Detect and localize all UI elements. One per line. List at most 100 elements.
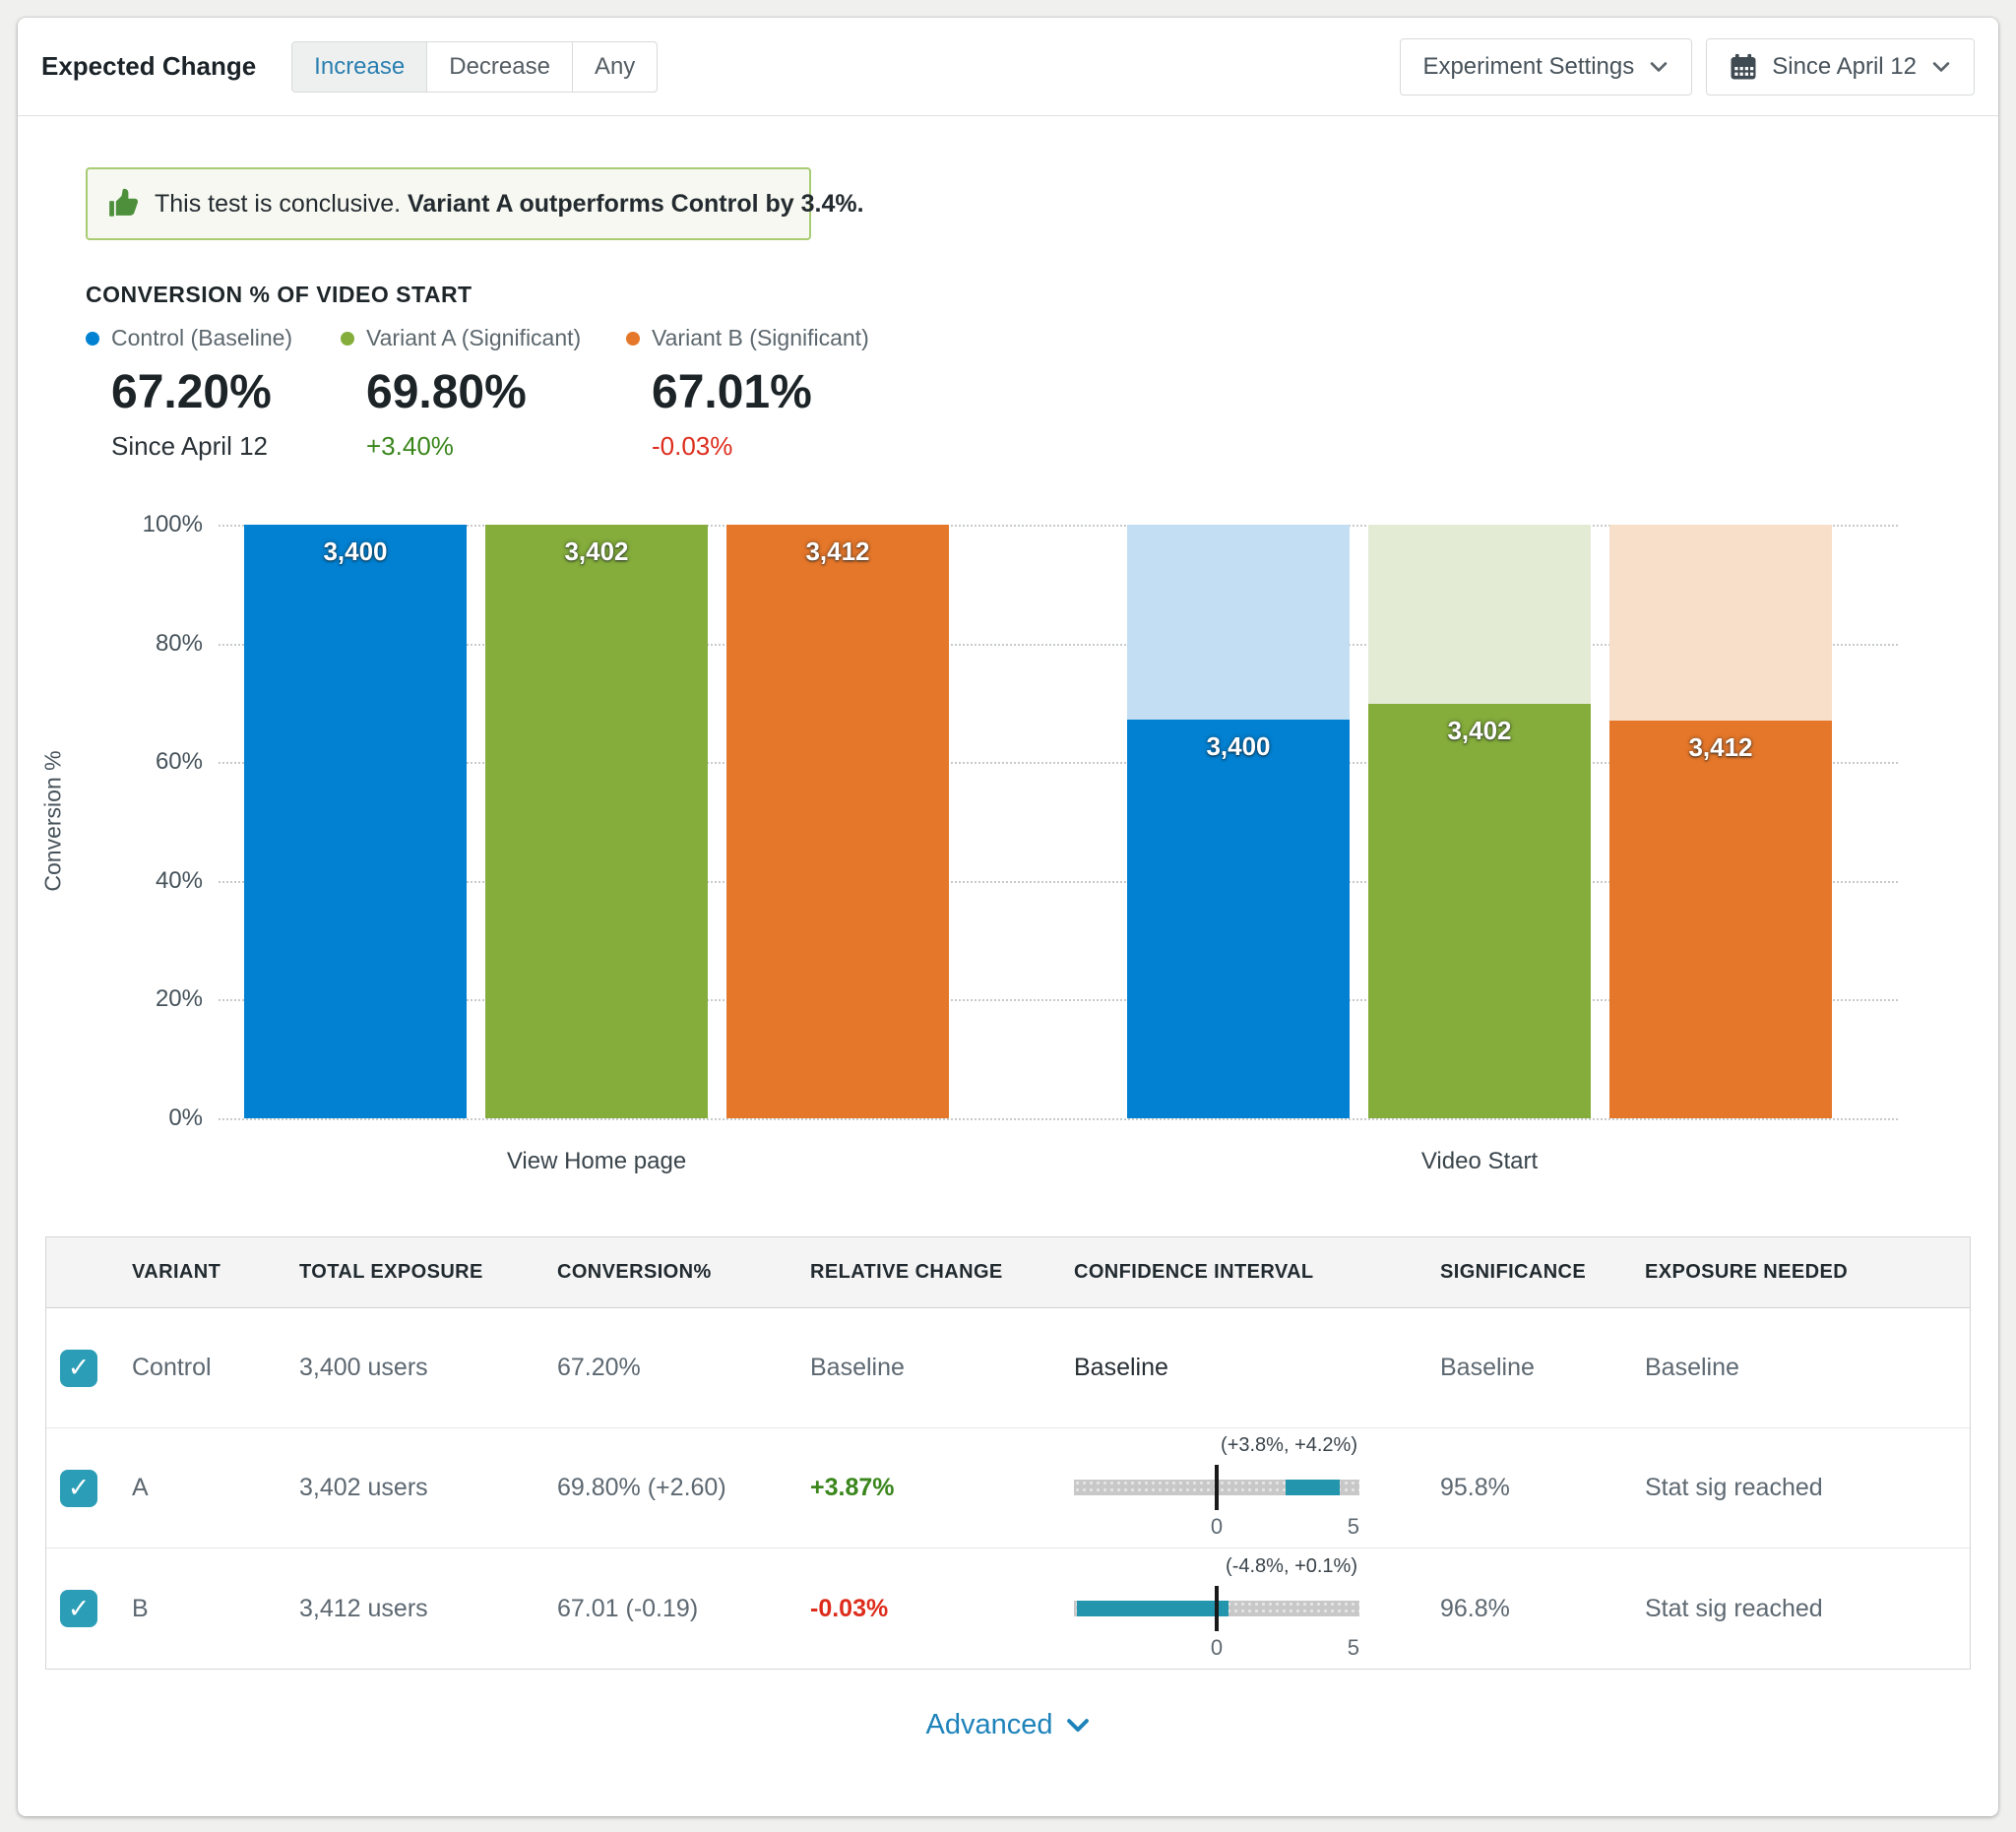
- ci-track-wrap: [1074, 1586, 1359, 1631]
- cell-total-exposure: 3,412 users: [299, 1595, 557, 1623]
- check-icon: ✓: [68, 1596, 91, 1622]
- bar-count-label: 3,402: [485, 537, 708, 567]
- bar-control-view-home-page[interactable]: 3,400: [244, 525, 467, 1118]
- check-icon: ✓: [68, 1475, 91, 1501]
- confidence-interval-widget-b: (-4.8%, +0.1%) 0 5: [1074, 1555, 1359, 1663]
- col-header-conversion: CONVERSION%: [557, 1261, 810, 1284]
- ci-axis-zero: 0: [1211, 1635, 1223, 1661]
- bar-count-label: 3,402: [1368, 716, 1591, 746]
- legend-label: Variant A (Significant): [366, 325, 581, 351]
- y-axis-title: Conversion %: [40, 750, 67, 891]
- results-table: VARIANT TOTAL EXPOSURE CONVERSION% RELAT…: [45, 1236, 1971, 1670]
- x-group-label-view-home-page: View Home page: [507, 1148, 686, 1175]
- summary-value-variant-b: 67.01%: [652, 365, 869, 419]
- chevron-down-icon: [1648, 56, 1670, 78]
- cell-relative-change: -0.03%: [810, 1595, 1074, 1623]
- col-header-significance: SIGNIFICANCE: [1440, 1261, 1645, 1284]
- col-header-exposure-needed: EXPOSURE NEEDED: [1645, 1261, 1970, 1284]
- topbar-right: Experiment Settings Since April 12: [1400, 38, 1975, 95]
- legend-item-variant-b: Variant B (Significant): [626, 325, 869, 351]
- table-header-row: VARIANT TOTAL EXPOSURE CONVERSION% RELAT…: [46, 1237, 1970, 1308]
- toggle-decrease[interactable]: Decrease: [426, 41, 573, 93]
- y-tick-40: 40%: [156, 867, 203, 895]
- cell-relative-change: +3.87%: [810, 1474, 1074, 1502]
- plot-area: 100% 80% 60% 40% 20% 0% 3,400: [219, 525, 1898, 1118]
- check-icon: ✓: [68, 1355, 91, 1381]
- cell-relative-change: Baseline: [810, 1354, 1074, 1382]
- ci-axis-max: 5: [1348, 1635, 1359, 1661]
- y-tick-100: 100%: [143, 511, 203, 538]
- thumbs-up-icon: [107, 187, 141, 221]
- cell-total-exposure: 3,400 users: [299, 1354, 557, 1382]
- toggle-any[interactable]: Any: [572, 41, 658, 93]
- bar-variant-b-video-start[interactable]: 3,412: [1609, 525, 1832, 1118]
- summary-row: Control (Baseline) 67.20% Since April 12…: [18, 325, 1998, 482]
- bar-control-video-start[interactable]: 3,400: [1127, 525, 1350, 1118]
- experiment-settings-button[interactable]: Experiment Settings: [1400, 38, 1692, 95]
- ci-zero-tick: [1215, 1586, 1219, 1631]
- cell-significance: Baseline: [1440, 1354, 1645, 1382]
- cell-variant: B: [132, 1595, 299, 1623]
- ci-range-bar: [1286, 1480, 1340, 1495]
- ci-range-bar: [1077, 1601, 1228, 1616]
- cell-variant: A: [132, 1474, 299, 1502]
- cell-variant: Control: [132, 1354, 299, 1382]
- bar-variant-a-view-home-page[interactable]: 3,402: [485, 525, 708, 1118]
- expected-change-label: Expected Change: [41, 51, 256, 82]
- cell-exposure-needed: Stat sig reached: [1645, 1474, 1970, 1502]
- bar-converted-segment: 3,412: [726, 525, 949, 1118]
- cell-exposure-needed: Stat sig reached: [1645, 1595, 1970, 1623]
- bar-variant-b-view-home-page[interactable]: 3,412: [726, 525, 949, 1118]
- summary-sub-variant-a: +3.40%: [366, 431, 581, 462]
- summary-control: Control (Baseline) 67.20% Since April 12: [86, 325, 292, 462]
- topbar: Expected Change Increase Decrease Any Ex…: [18, 18, 1998, 116]
- bar-count-label: 3,412: [1609, 732, 1832, 763]
- y-tick-80: 80%: [156, 630, 203, 658]
- ci-axis: 0 5: [1074, 1635, 1359, 1663]
- y-tick-20: 20%: [156, 985, 203, 1013]
- x-group-label-video-start: Video Start: [1421, 1148, 1538, 1175]
- cell-significance: 96.8%: [1440, 1595, 1645, 1623]
- col-header-variant: VARIANT: [132, 1261, 299, 1284]
- summary-variant-b: Variant B (Significant) 67.01% -0.03%: [626, 325, 869, 462]
- metric-heading: CONVERSION % OF VIDEO START: [86, 282, 472, 308]
- cell-conversion: 67.20%: [557, 1354, 810, 1382]
- summary-value-control: 67.20%: [111, 365, 292, 419]
- variant-checkbox-b[interactable]: ✓: [60, 1590, 97, 1627]
- cell-significance: 95.8%: [1440, 1474, 1645, 1502]
- legend-dot-variant-a: [341, 332, 354, 346]
- confidence-interval-widget-a: (+3.8%, +4.2%) 0 5: [1074, 1434, 1359, 1542]
- bar-count-label: 3,400: [1127, 731, 1350, 762]
- cell-total-exposure: 3,402 users: [299, 1474, 557, 1502]
- gridline-0: [219, 1118, 1898, 1120]
- summary-sub-variant-b: -0.03%: [652, 431, 869, 462]
- bar-group-view-home-page: 3,400 3,402 3,412: [244, 525, 949, 1118]
- conclusive-banner: This test is conclusive. Variant A outpe…: [86, 167, 811, 240]
- col-header-relative-change: RELATIVE CHANGE: [810, 1261, 1074, 1284]
- date-range-button[interactable]: Since April 12: [1706, 38, 1975, 95]
- cell-conversion: 69.80% (+2.60): [557, 1474, 810, 1502]
- expected-change-toggle: Increase Decrease Any: [291, 41, 658, 93]
- variant-checkbox-control[interactable]: ✓: [60, 1350, 97, 1387]
- advanced-expander[interactable]: Advanced: [926, 1709, 1091, 1741]
- chevron-down-icon: [1930, 56, 1952, 78]
- summary-variant-a: Variant A (Significant) 69.80% +3.40%: [341, 325, 581, 462]
- ci-range-label: (+3.8%, +4.2%): [1074, 1434, 1359, 1457]
- bar-converted-segment: 3,400: [244, 525, 467, 1118]
- col-header-total-exposure: TOTAL EXPOSURE: [299, 1261, 557, 1284]
- bar-converted-segment: 3,402: [485, 525, 708, 1118]
- legend-item-variant-a: Variant A (Significant): [341, 325, 581, 351]
- cell-confidence-interval: Baseline: [1074, 1354, 1440, 1382]
- variant-checkbox-a[interactable]: ✓: [60, 1470, 97, 1507]
- summary-sub-control: Since April 12: [111, 431, 292, 462]
- col-header-confidence-interval: CONFIDENCE INTERVAL: [1074, 1261, 1440, 1284]
- legend-item-control: Control (Baseline): [86, 325, 292, 351]
- advanced-label: Advanced: [926, 1709, 1053, 1741]
- bar-converted-segment: 3,400: [1127, 720, 1350, 1118]
- banner-text-normal: This test is conclusive.: [155, 190, 401, 218]
- toggle-increase[interactable]: Increase: [291, 41, 427, 93]
- advanced-row: Advanced: [18, 1709, 1998, 1741]
- cell-exposure-needed: Baseline: [1645, 1354, 1970, 1382]
- bar-variant-a-video-start[interactable]: 3,402: [1368, 525, 1591, 1118]
- page: Expected Change Increase Decrease Any Ex…: [0, 0, 2016, 1832]
